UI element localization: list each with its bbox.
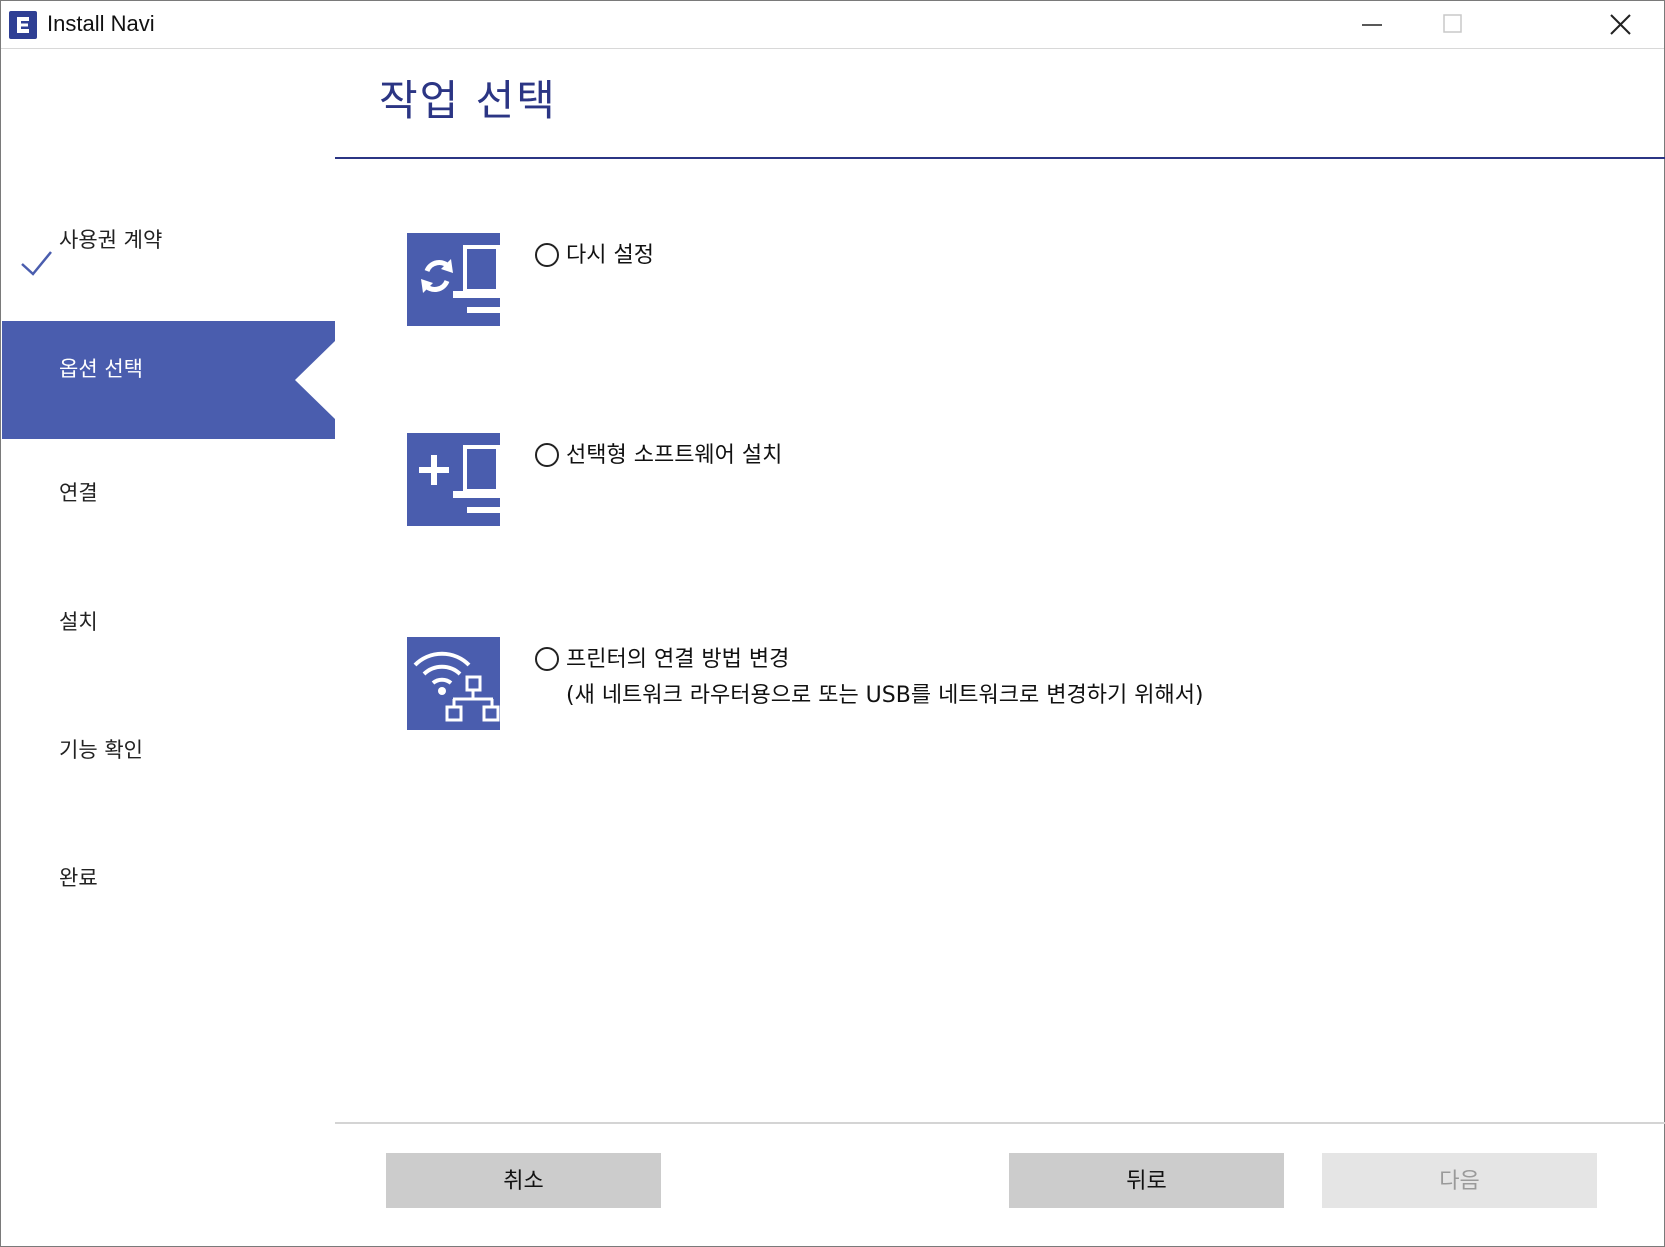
- cancel-button[interactable]: 취소: [386, 1153, 661, 1208]
- next-button[interactable]: 다음: [1322, 1153, 1597, 1208]
- install-navi-window: Install Navi 사용권 계약 옵션 선택 연결 설치 기능 확인 완료…: [0, 0, 1665, 1247]
- radio-change-connection[interactable]: [535, 647, 559, 671]
- option-reinstall[interactable]: 다시 설정: [407, 233, 1607, 328]
- footer-divider: [335, 1122, 1665, 1124]
- checkmark-icon: [21, 251, 52, 276]
- option-change-connection[interactable]: 프린터의 연결 방법 변경 (새 네트워크 라우터용으로 또는 USB를 네트워…: [407, 637, 1607, 732]
- title-divider: [335, 157, 1665, 159]
- radio-optional-software[interactable]: [535, 443, 559, 467]
- step-install: 설치: [2, 598, 335, 716]
- window-title: Install Navi: [47, 11, 155, 36]
- step-connection: 연결: [2, 469, 335, 587]
- app-logo-icon: [9, 11, 37, 39]
- option-description: (새 네트워크 라우터용으로 또는 USB를 네트워크로 변경하기 위해서): [566, 683, 1204, 708]
- step-label: 완료: [59, 866, 98, 890]
- option-label: 프린터의 연결 방법 변경: [566, 647, 790, 672]
- wifi-network-icon: [407, 637, 500, 730]
- step-label: 연결: [59, 481, 98, 505]
- radio-reinstall[interactable]: [535, 243, 559, 267]
- add-software-computer-icon: [407, 433, 500, 526]
- option-optional-software[interactable]: 선택형 소프트웨어 설치: [407, 433, 1607, 528]
- step-label: 기능 확인: [59, 738, 143, 762]
- page-title: 작업 선택: [379, 76, 557, 125]
- maximize-button[interactable]: [1413, 1, 1493, 48]
- close-button[interactable]: [1581, 1, 1661, 48]
- step-label: 옵션 선택: [59, 357, 143, 381]
- back-button[interactable]: 뒤로: [1009, 1153, 1284, 1208]
- step-function-check: 기능 확인: [2, 726, 335, 844]
- title-bar: Install Navi: [1, 1, 1664, 49]
- reinstall-computer-icon: [407, 233, 500, 326]
- step-option-select: 옵션 선택: [2, 321, 335, 439]
- step-label: 사용권 계약: [59, 228, 163, 252]
- option-label: 선택형 소프트웨어 설치: [566, 443, 783, 468]
- active-step-pointer: [295, 341, 335, 419]
- step-sidebar: 사용권 계약 옵션 선택 연결 설치 기능 확인 완료: [2, 49, 335, 1245]
- option-label: 다시 설정: [566, 243, 654, 268]
- step-label: 설치: [59, 610, 98, 634]
- minimize-button[interactable]: [1331, 1, 1411, 48]
- step-complete: 완료: [2, 854, 335, 972]
